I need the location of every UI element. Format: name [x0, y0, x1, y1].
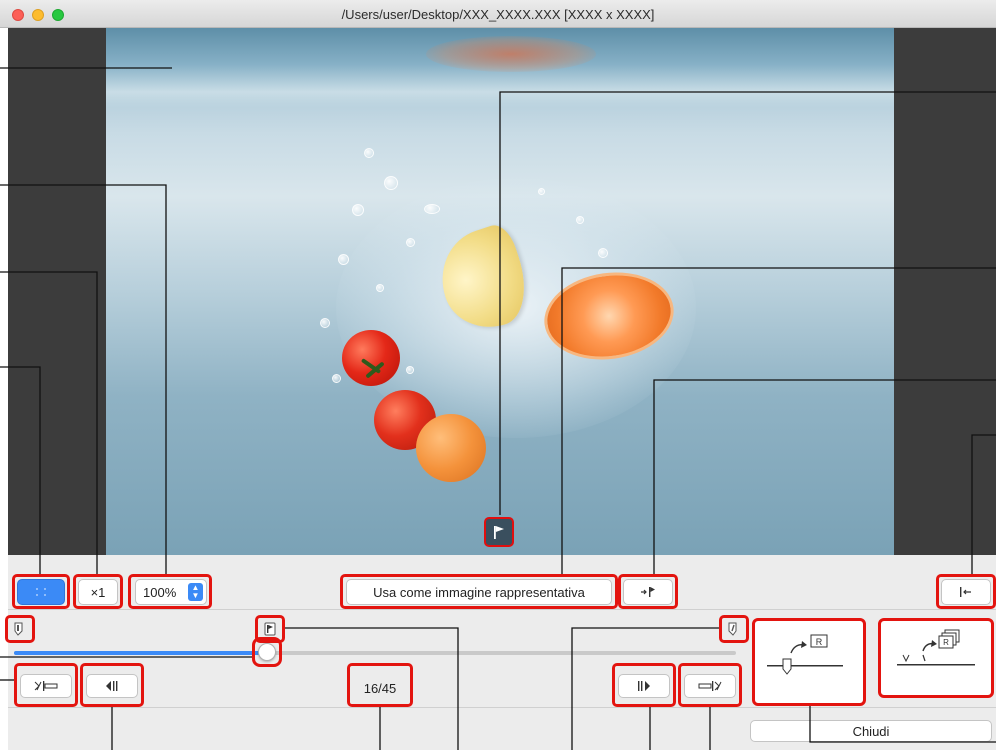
- save-single-frame-icon: R: [767, 634, 843, 675]
- bubble: [406, 366, 414, 374]
- frame-slider-thumb[interactable]: [257, 643, 276, 661]
- next-frame-icon: [638, 681, 650, 691]
- small-orange: [416, 414, 486, 482]
- frame-slider-fill: [14, 651, 267, 655]
- divider: [8, 609, 996, 610]
- actual-size-label: ×1: [90, 584, 106, 600]
- next-frame-button[interactable]: [618, 674, 670, 698]
- bubble: [406, 238, 415, 247]
- start-marker-icon[interactable]: [14, 622, 24, 636]
- representative-flag-icon[interactable]: [264, 622, 276, 636]
- fit-screen-button[interactable]: [17, 579, 65, 605]
- save-multi-badge: R: [943, 638, 949, 647]
- bubble: [598, 248, 608, 258]
- frame-counter: 16/45: [363, 680, 397, 696]
- fit-screen-icon: [36, 588, 46, 596]
- goto-representative-button[interactable]: [623, 579, 673, 605]
- flag-icon: [494, 526, 504, 539]
- bubble: [352, 204, 364, 216]
- bubble: [424, 204, 440, 214]
- splash-reflection: [426, 36, 596, 72]
- save-multiple-frames-panel[interactable]: R: [878, 618, 994, 698]
- bubble: [364, 148, 374, 158]
- bubble: [376, 284, 384, 292]
- goto-flag-icon: [641, 587, 655, 597]
- zoom-select[interactable]: 100% ▲ ▼: [135, 579, 207, 605]
- tomato: [342, 330, 400, 386]
- preview-image[interactable]: [106, 28, 894, 555]
- title-bar: /Users/user/Desktop/XXX_XXXX.XXX [XXXX x…: [0, 0, 996, 28]
- set-start-button[interactable]: [20, 674, 72, 698]
- close-button-label: Chiudi: [852, 723, 890, 739]
- zoom-value: 100%: [143, 585, 177, 600]
- prev-frame-icon: [106, 681, 118, 691]
- goto-start-icon: [960, 587, 971, 597]
- save-multiple-frames-icon: R: [897, 629, 975, 666]
- save-frame-panel[interactable]: R: [752, 618, 866, 706]
- save-single-badge: R: [816, 637, 823, 647]
- set-start-icon: [34, 681, 58, 691]
- bubble: [384, 176, 398, 190]
- set-representative-button[interactable]: Usa come immagine rappresentativa: [346, 579, 612, 605]
- bubble: [538, 188, 545, 195]
- set-end-icon: [698, 681, 722, 691]
- previous-frame-button[interactable]: [86, 674, 138, 698]
- set-representative-label: Usa come immagine rappresentativa: [373, 584, 585, 600]
- set-end-button[interactable]: [684, 674, 736, 698]
- window-title: /Users/user/Desktop/XXX_XXXX.XXX [XXXX x…: [341, 7, 655, 22]
- actual-size-button[interactable]: ×1: [78, 579, 118, 605]
- representative-flag-marker[interactable]: [484, 517, 514, 547]
- end-marker-icon[interactable]: [728, 622, 738, 636]
- bubble: [338, 254, 349, 265]
- bubble: [332, 374, 341, 383]
- bubble: [576, 216, 584, 224]
- close-button[interactable]: Chiudi: [750, 720, 992, 742]
- stepper-arrows-icon: ▲ ▼: [188, 583, 203, 601]
- bubble: [320, 318, 330, 328]
- goto-start-button[interactable]: [941, 579, 991, 605]
